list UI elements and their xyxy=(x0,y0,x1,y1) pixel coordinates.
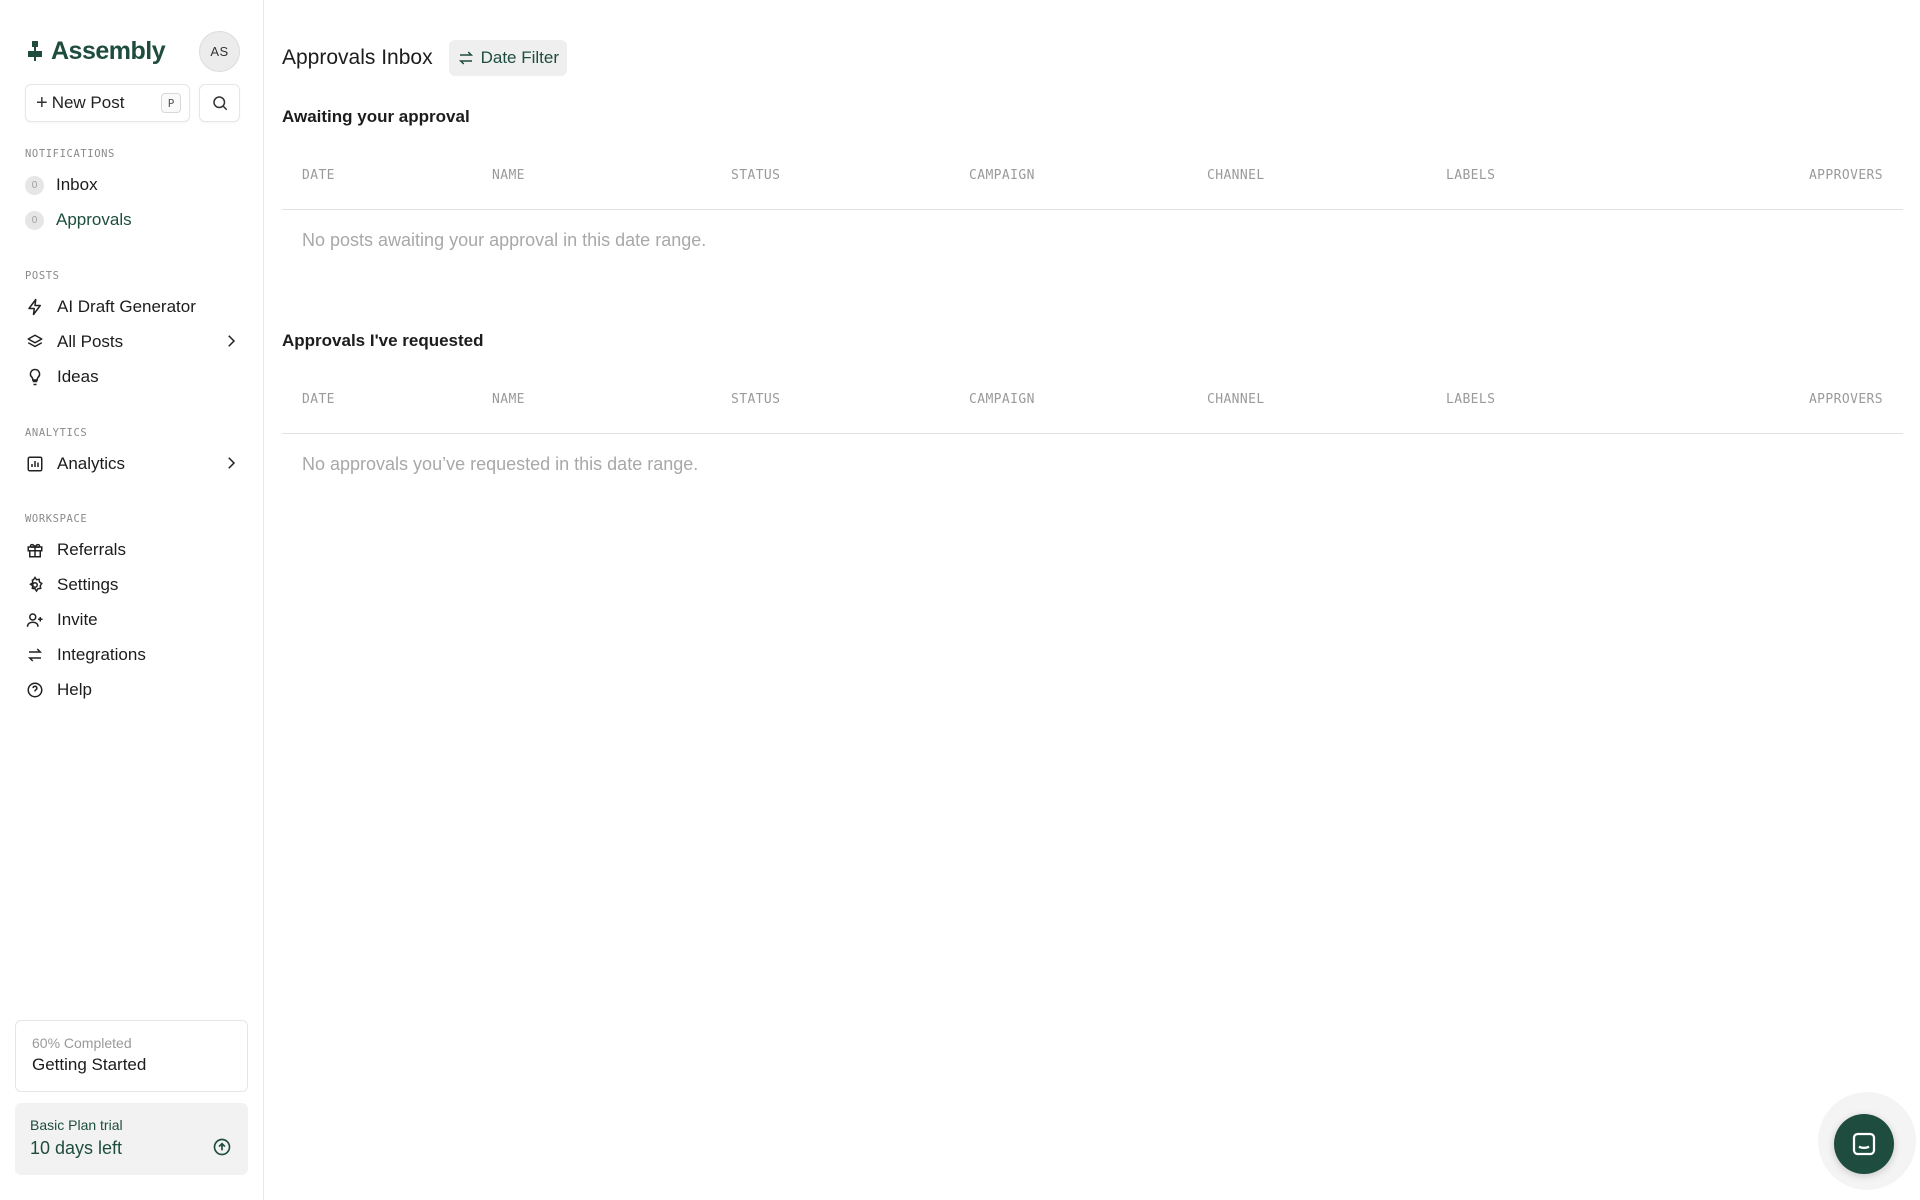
sidebar-item-label: All Posts xyxy=(57,332,124,351)
page-header: Approvals Inbox Date Filter xyxy=(282,40,568,76)
date-filter-button[interactable]: Date Filter xyxy=(448,40,568,76)
column-header-date[interactable]: DATE xyxy=(302,168,335,183)
sidebar-item-ideas[interactable]: Ideas xyxy=(25,361,240,393)
awaiting-heading: Awaiting your approval xyxy=(282,107,470,126)
sidebar-item-help[interactable]: Help xyxy=(25,674,240,706)
plus-icon: + xyxy=(36,92,48,114)
sidebar-item-label: Ideas xyxy=(57,367,99,386)
chevron-right-icon[interactable] xyxy=(222,332,240,350)
avatar[interactable]: AS xyxy=(199,30,240,72)
sidebar-item-all-posts[interactable]: All Posts xyxy=(25,326,240,358)
column-header-channel[interactable]: CHANNEL xyxy=(1207,168,1265,183)
logo[interactable]: Assembly xyxy=(25,36,166,66)
column-header-approvers[interactable]: APPROVERS xyxy=(1809,168,1883,183)
column-header-labels[interactable]: LABELS xyxy=(1446,168,1495,183)
getting-started-progress: 60% Completed xyxy=(32,1035,132,1051)
section-label-analytics: ANALYTICS xyxy=(25,427,88,439)
upgrade-arrow-icon[interactable] xyxy=(212,1137,232,1157)
zap-icon xyxy=(25,297,45,317)
requested-table: DATE NAME STATUS CAMPAIGN CHANNEL LABELS… xyxy=(282,364,1903,474)
empty-state-text: No posts awaiting your approval in this … xyxy=(302,230,707,250)
arrows-icon xyxy=(25,645,45,665)
chevron-right-icon[interactable] xyxy=(222,454,240,472)
new-post-row: + New Post P xyxy=(25,84,240,122)
empty-state-text: No approvals you’ve requested in this da… xyxy=(302,454,699,474)
column-header-date[interactable]: DATE xyxy=(302,392,335,407)
new-post-shortcut: P xyxy=(161,93,181,113)
layers-icon xyxy=(25,332,45,352)
column-header-campaign[interactable]: CAMPAIGN xyxy=(969,392,1035,407)
sidebar-item-ai-draft-generator[interactable]: AI Draft Generator xyxy=(25,291,240,323)
table-header: DATE NAME STATUS CAMPAIGN CHANNEL LABELS… xyxy=(282,364,1903,434)
search-icon xyxy=(212,96,227,111)
arrows-icon xyxy=(458,51,473,65)
gift-icon xyxy=(25,540,45,560)
getting-started-title: Getting Started xyxy=(32,1055,147,1074)
chat-launcher-button[interactable] xyxy=(1834,1114,1894,1174)
sidebar-item-label: Integrations xyxy=(57,645,146,664)
sidebar-item-label: Analytics xyxy=(57,454,126,473)
sidebar-item-referrals[interactable]: Referrals xyxy=(25,534,240,566)
column-header-campaign[interactable]: CAMPAIGN xyxy=(969,168,1035,183)
chart-icon xyxy=(25,454,45,474)
inbox-count-badge: 0 xyxy=(25,175,44,195)
getting-started-card[interactable]: 60% Completed Getting Started xyxy=(15,1020,248,1092)
sidebar-item-label: Help xyxy=(57,680,92,699)
column-header-name[interactable]: NAME xyxy=(492,168,525,183)
sidebar-item-inbox[interactable]: 0 Inbox xyxy=(25,169,240,201)
new-post-button[interactable]: + New Post P xyxy=(25,84,190,122)
sidebar-item-label: AI Draft Generator xyxy=(57,297,196,316)
table-header: DATE NAME STATUS CAMPAIGN CHANNEL LABELS… xyxy=(282,140,1903,210)
sidebar-item-analytics[interactable]: Analytics xyxy=(25,448,240,480)
column-header-status[interactable]: STATUS xyxy=(731,168,780,183)
sidebar-item-label: Approvals xyxy=(56,210,132,229)
column-header-approvers[interactable]: APPROVERS xyxy=(1809,392,1883,407)
sidebar-item-approvals[interactable]: 0 Approvals xyxy=(25,204,240,236)
requested-heading: Approvals I've requested xyxy=(282,331,484,350)
column-header-status[interactable]: STATUS xyxy=(731,392,780,407)
trial-label: Basic Plan trial xyxy=(30,1117,123,1133)
column-header-labels[interactable]: LABELS xyxy=(1446,392,1495,407)
sidebar-item-label: Invite xyxy=(57,610,98,629)
search-button[interactable] xyxy=(199,84,240,122)
approvals-count-badge: 0 xyxy=(25,210,44,230)
page-title: Approvals Inbox xyxy=(282,46,433,69)
sidebar-item-label: Settings xyxy=(57,575,119,594)
sidebar-item-label: Referrals xyxy=(57,540,126,559)
date-filter-label: Date Filter xyxy=(480,48,560,67)
column-header-channel[interactable]: CHANNEL xyxy=(1207,392,1265,407)
main-content: Approvals Inbox Date Filter Awaiting you… xyxy=(282,0,1920,1200)
sidebar-item-integrations[interactable]: Integrations xyxy=(25,639,240,671)
new-post-label: New Post xyxy=(51,93,125,112)
trial-card[interactable]: Basic Plan trial 10 days left xyxy=(15,1103,248,1175)
sidebar: Assembly AS + New Post P NOTIFICATIONS 0… xyxy=(0,0,264,1200)
sidebar-item-settings[interactable]: Settings xyxy=(25,569,240,601)
awaiting-table: DATE NAME STATUS CAMPAIGN CHANNEL LABELS… xyxy=(282,140,1903,250)
sidebar-header: Assembly AS xyxy=(25,30,240,72)
sidebar-item-invite[interactable]: Invite xyxy=(25,604,240,636)
sidebar-item-label: Inbox xyxy=(56,175,98,194)
column-header-name[interactable]: NAME xyxy=(492,392,525,407)
gear-icon xyxy=(25,575,45,595)
logo-text: Assembly xyxy=(51,36,166,65)
lightbulb-icon xyxy=(25,367,45,387)
trial-days-left: 10 days left xyxy=(30,1138,123,1158)
help-circle-icon xyxy=(25,680,45,700)
section-label-workspace: WORKSPACE xyxy=(25,513,88,525)
section-label-posts: POSTS xyxy=(25,270,60,282)
assembly-logo-icon xyxy=(28,41,42,61)
chat-icon xyxy=(1852,1132,1876,1156)
user-plus-icon xyxy=(25,610,45,630)
section-label-notifications: NOTIFICATIONS xyxy=(25,148,115,160)
